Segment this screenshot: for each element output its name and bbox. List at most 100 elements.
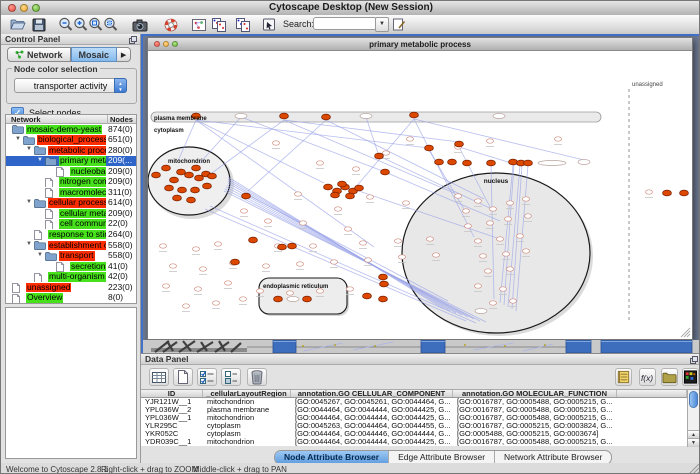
search-dropdown-button[interactable]: ▼ <box>375 17 389 32</box>
snapshot-icon[interactable] <box>131 16 149 33</box>
network-node[interactable] <box>241 209 248 213</box>
network-node[interactable] <box>335 207 342 211</box>
tree-row[interactable]: ▼biological_process651(0) <box>6 135 136 146</box>
network-node-selected-orange[interactable] <box>410 112 419 118</box>
network-node-selected-orange[interactable] <box>680 190 689 196</box>
zoom-selected-icon[interactable] <box>102 16 120 33</box>
network-node-selected-orange[interactable] <box>487 160 496 166</box>
window-resize-grip[interactable] <box>689 464 699 474</box>
network-node-selected-orange[interactable] <box>463 160 472 166</box>
table-row[interactable]: YLR295Ccytoplasm[GO:0045263, GO:0044464,… <box>141 422 687 430</box>
network-node-selected-orange[interactable] <box>663 190 672 196</box>
tree-row[interactable]: nitrogen compo209(0) <box>6 177 136 188</box>
network-node[interactable] <box>497 237 504 241</box>
network-node-pill[interactable] <box>475 309 487 314</box>
tree-row[interactable]: unassigned223(0) <box>6 282 136 293</box>
network-node[interactable] <box>297 262 304 266</box>
network-node[interactable] <box>487 221 494 225</box>
tree-row[interactable]: Overview8(0) <box>6 293 136 304</box>
expand-arrow-icon[interactable]: ▼ <box>15 136 21 142</box>
scroll-down-icon[interactable]: ▼ <box>688 438 699 447</box>
network-node-selected-orange[interactable] <box>509 159 518 165</box>
tree-row[interactable]: ▼transport558(0) <box>6 251 136 262</box>
network-node[interactable] <box>505 217 512 221</box>
search-edit-icon[interactable] <box>390 16 408 33</box>
delete-attribute-icon[interactable] <box>247 368 267 386</box>
network-node-selected-orange[interactable] <box>203 183 212 189</box>
network-node[interactable] <box>555 137 562 141</box>
tree-row[interactable]: cell communicat22(0) <box>6 219 136 230</box>
network-node[interactable] <box>360 241 367 245</box>
vizmapper-icon[interactable] <box>260 16 278 33</box>
network-node-selected-orange[interactable] <box>152 172 161 178</box>
expand-arrow-icon[interactable]: ▼ <box>26 146 32 152</box>
tree-row[interactable]: cellular metabo209(0) <box>6 208 136 219</box>
net-close-icon[interactable] <box>154 41 160 47</box>
tree-row[interactable]: nucleobase-c209(0) <box>6 166 136 177</box>
network-node[interactable] <box>523 249 530 253</box>
network-node[interactable] <box>463 209 470 213</box>
network-node[interactable] <box>183 304 190 308</box>
network-node-selected-orange[interactable] <box>425 145 434 151</box>
expand-arrow-icon[interactable]: ▼ <box>37 157 43 163</box>
network-node[interactable] <box>395 239 402 243</box>
net-zoom-icon[interactable] <box>172 41 178 47</box>
network-node-selected-orange[interactable] <box>249 237 258 243</box>
search-input[interactable] <box>313 17 377 30</box>
network-node[interactable] <box>265 219 272 223</box>
network-node-selected-orange[interactable] <box>331 192 340 198</box>
network-node-selected-orange[interactable] <box>185 172 194 178</box>
network-node[interactable] <box>310 244 317 248</box>
network-node-selected-orange[interactable] <box>192 165 201 171</box>
network-node-selected-orange[interactable] <box>177 169 186 175</box>
network-node[interactable] <box>646 190 653 194</box>
network-node[interactable] <box>200 267 207 271</box>
network-node-selected-orange[interactable] <box>379 296 388 302</box>
expand-arrow-icon[interactable]: ▼ <box>26 199 32 205</box>
network-node[interactable] <box>455 194 462 198</box>
network-node-selected-orange[interactable] <box>242 193 251 199</box>
network-view-window[interactable]: primary metabolic process plasma membran… <box>147 37 693 340</box>
node-color-dropdown[interactable]: transporter activity ▲▼ <box>14 78 127 93</box>
network-node[interactable] <box>225 281 232 285</box>
matrix-icon[interactable] <box>682 368 699 386</box>
network-node[interactable] <box>345 227 352 231</box>
table-column-header[interactable]: annotation.GO CELLULAR_COMPONENT <box>291 390 453 397</box>
window-titlebar[interactable]: Cytoscape Desktop (New Session) <box>1 1 700 16</box>
network-node[interactable] <box>433 253 440 257</box>
network-node-selected-orange[interactable] <box>173 195 182 201</box>
tree-row[interactable]: ▼primary metabo209(... <box>6 156 136 167</box>
network-node-selected-orange[interactable] <box>448 159 457 165</box>
network-node[interactable] <box>475 199 482 203</box>
network-node-selected-orange[interactable] <box>380 281 389 287</box>
network-node[interactable] <box>503 252 510 256</box>
network-node[interactable] <box>331 260 338 264</box>
network-node-pill[interactable] <box>287 297 299 302</box>
network-node[interactable] <box>487 139 494 143</box>
attribute-mapper-icon[interactable] <box>210 16 228 33</box>
network-node-selected-orange[interactable] <box>162 165 171 171</box>
network-node[interactable] <box>475 284 482 288</box>
network-node[interactable] <box>193 247 200 251</box>
network-node[interactable] <box>365 258 372 262</box>
network-node-pill[interactable] <box>538 161 566 166</box>
tree-row[interactable]: secretion41(0) <box>6 261 136 272</box>
network-node[interactable] <box>507 267 514 271</box>
network-node[interactable] <box>490 301 497 305</box>
network-node[interactable] <box>213 301 220 305</box>
network-node[interactable] <box>427 237 434 241</box>
network-node[interactable] <box>273 141 280 145</box>
network-node[interactable] <box>517 234 524 238</box>
table-column-header[interactable]: annotation.GO MOLECULAR_FUNCTION <box>453 390 617 397</box>
unselect-attributes-icon[interactable] <box>221 368 241 386</box>
network-node[interactable] <box>317 161 324 165</box>
network-node-pill[interactable] <box>235 114 247 119</box>
tab-network[interactable]: Network <box>7 47 71 62</box>
network-node[interactable] <box>170 264 177 268</box>
birdseye-view-panel[interactable] <box>5 307 137 459</box>
network-canvas[interactable]: plasma membrane cytoplasm mitochondrion … <box>148 51 692 339</box>
network-node[interactable] <box>300 221 307 225</box>
float-panel-icon[interactable] <box>129 36 137 44</box>
table-row[interactable]: YDR039C__1mitochondrion[GO:0044464, GO:0… <box>141 438 687 446</box>
net-minimize-icon[interactable] <box>163 41 169 47</box>
